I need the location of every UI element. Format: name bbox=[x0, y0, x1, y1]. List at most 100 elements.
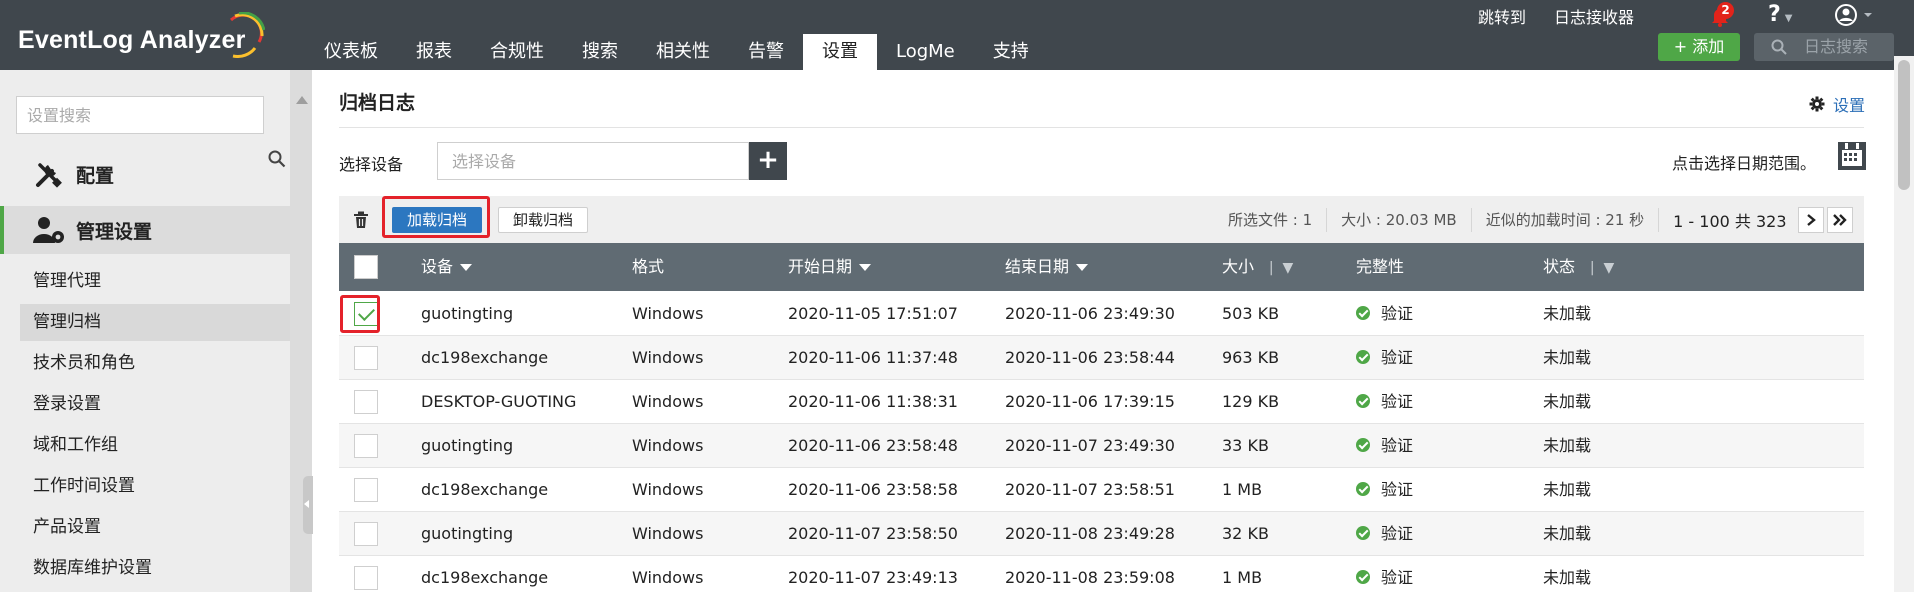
nav-tab-8[interactable]: 支持 bbox=[974, 34, 1048, 70]
sidebar-item-6[interactable]: 产品设置 bbox=[20, 509, 290, 546]
start-date-cell: 2020-11-06 11:37:48 bbox=[788, 348, 958, 367]
sidebar-section-config[interactable]: 配置 bbox=[0, 150, 290, 198]
filter-icon[interactable]: | ▼ bbox=[1581, 244, 1614, 292]
next-page-button[interactable] bbox=[1797, 206, 1824, 233]
column-header-size[interactable]: 大小 | ▼ bbox=[1222, 243, 1293, 291]
app-logo[interactable]: EventLog Analyzer bbox=[18, 26, 246, 55]
scroll-up-arrow-icon[interactable] bbox=[296, 96, 308, 104]
page-title: 归档日志 bbox=[339, 92, 416, 114]
search-icon bbox=[1771, 39, 1787, 55]
sidebar-section-admin-label: 管理设置 bbox=[76, 220, 153, 243]
verified-check-icon bbox=[1356, 350, 1370, 364]
nav-tab-3[interactable]: 搜索 bbox=[563, 34, 637, 70]
table-row[interactable]: guotingting Windows 2020-11-05 17:51:07 202… bbox=[339, 292, 1864, 336]
sidebar-item-2[interactable]: 技术员和角色 bbox=[20, 345, 290, 382]
jump-to-link[interactable]: 跳转到 bbox=[1478, 4, 1526, 28]
sidebar-item-3[interactable]: 登录设置 bbox=[20, 386, 290, 423]
help-menu[interactable]: ? ▼ bbox=[1768, 2, 1792, 27]
filter-icon[interactable]: | ▼ bbox=[1260, 244, 1293, 292]
column-header-device[interactable]: 设备 bbox=[421, 243, 472, 291]
nav-tab-0[interactable]: 仪表板 bbox=[305, 34, 397, 70]
table-row[interactable]: dc198exchange Windows 2020-11-06 11:37:48 2… bbox=[339, 336, 1864, 380]
status-cell: 未加载 bbox=[1543, 524, 1592, 543]
size-cell: 1 MB bbox=[1222, 480, 1263, 499]
verified-check-icon bbox=[1356, 394, 1370, 408]
status-cell: 未加载 bbox=[1543, 480, 1592, 499]
status-cell: 未加载 bbox=[1543, 392, 1592, 411]
settings-link-label: 设置 bbox=[1833, 96, 1866, 115]
log-receiver-link[interactable]: 日志接收器 bbox=[1554, 4, 1634, 28]
verified-check-icon bbox=[1356, 570, 1370, 584]
divider bbox=[339, 127, 1864, 128]
table-row[interactable]: dc198exchange Windows 2020-11-07 23:49:13 2… bbox=[339, 556, 1864, 592]
integrity-label: 验证 bbox=[1381, 480, 1414, 499]
row-checkbox[interactable] bbox=[354, 522, 378, 546]
integrity-cell: 验证 bbox=[1356, 512, 1413, 556]
size-cell: 32 KB bbox=[1222, 524, 1269, 543]
end-date-cell: 2020-11-08 23:49:28 bbox=[1005, 524, 1175, 543]
end-date-cell: 2020-11-06 23:58:44 bbox=[1005, 348, 1175, 367]
row-checkbox[interactable] bbox=[354, 478, 378, 502]
end-date-cell: 2020-11-08 23:59:08 bbox=[1005, 568, 1175, 587]
nav-tab-7[interactable]: LogMe bbox=[877, 34, 974, 70]
nav-tab-2[interactable]: 合规性 bbox=[471, 34, 563, 70]
device-cell: dc198exchange bbox=[421, 568, 549, 587]
table-row[interactable]: guotingting Windows 2020-11-07 23:58:50 202… bbox=[339, 512, 1864, 556]
help-icon: ? bbox=[1768, 2, 1781, 27]
add-device-button[interactable]: + bbox=[749, 142, 787, 180]
format-cell: Windows bbox=[632, 480, 704, 499]
device-cell: dc198exchange bbox=[421, 348, 549, 367]
selected-size: 大小 : 20.03 MB bbox=[1327, 207, 1472, 232]
row-checkbox[interactable] bbox=[354, 390, 378, 414]
load-archive-highlight-box bbox=[382, 196, 490, 238]
size-cell: 1 MB bbox=[1222, 568, 1263, 587]
add-button[interactable]: + 添加 bbox=[1658, 33, 1740, 61]
trash-icon[interactable] bbox=[353, 211, 369, 229]
nav-tab-4[interactable]: 相关性 bbox=[637, 34, 729, 70]
start-date-cell: 2020-11-06 11:38:31 bbox=[788, 392, 958, 411]
last-page-button[interactable] bbox=[1826, 206, 1853, 233]
row-checkbox[interactable] bbox=[354, 566, 378, 590]
calendar-icon[interactable] bbox=[1837, 141, 1867, 171]
table-row[interactable]: DESKTOP-GUOTING Windows 2020-11-06 11:38:3… bbox=[339, 380, 1864, 424]
settings-link[interactable]: 设置 bbox=[1809, 92, 1865, 116]
table-row[interactable]: guotingting Windows 2020-11-06 23:58:48 202… bbox=[339, 424, 1864, 468]
row-checkbox[interactable] bbox=[354, 434, 378, 458]
sidebar-section-admin[interactable]: 管理设置 bbox=[0, 206, 290, 254]
nav-tab-5[interactable]: 告警 bbox=[729, 34, 803, 70]
integrity-label: 验证 bbox=[1381, 304, 1414, 323]
row-checkbox[interactable] bbox=[354, 346, 378, 370]
table-row[interactable]: dc198exchange Windows 2020-11-06 23:58:58 2… bbox=[339, 468, 1864, 512]
sidebar-item-4[interactable]: 域和工作组 bbox=[20, 427, 290, 464]
select-device-input[interactable] bbox=[437, 142, 749, 180]
page-scrollbar-thumb[interactable] bbox=[1898, 60, 1910, 190]
select-device-label: 选择设备 bbox=[339, 155, 404, 174]
format-cell: Windows bbox=[632, 392, 704, 411]
column-header-status[interactable]: 状态 | ▼ bbox=[1543, 243, 1614, 291]
device-cell: guotingting bbox=[421, 304, 514, 323]
integrity-cell: 验证 bbox=[1356, 424, 1413, 468]
size-cell: 33 KB bbox=[1222, 436, 1269, 455]
sidebar-item-5[interactable]: 工作时间设置 bbox=[20, 468, 290, 505]
select-all-checkbox[interactable] bbox=[354, 255, 378, 279]
archive-table-header: 设备 格式 开始日期 结束日期 大小 | ▼ 完整性 状态 | ▼ bbox=[339, 243, 1864, 291]
selected-files-count: 所选文件 : 1 bbox=[1214, 207, 1328, 232]
sidebar-item-0[interactable]: 管理代理 bbox=[20, 263, 290, 300]
device-cell: dc198exchange bbox=[421, 480, 549, 499]
settings-search-input[interactable] bbox=[16, 96, 264, 134]
unload-archive-button[interactable]: 卸载归档 bbox=[498, 207, 588, 233]
selected-row-highlight-box bbox=[340, 295, 380, 333]
sidebar-item-1[interactable]: 管理归档 bbox=[20, 304, 290, 341]
integrity-label: 验证 bbox=[1381, 524, 1414, 543]
size-cell: 503 KB bbox=[1222, 304, 1280, 323]
status-cell: 未加载 bbox=[1543, 348, 1592, 367]
sidebar-item-7[interactable]: 数据库维护设置 bbox=[20, 550, 290, 587]
nav-tab-1[interactable]: 报表 bbox=[397, 34, 471, 70]
column-header-end-date[interactable]: 结束日期 bbox=[1005, 243, 1088, 291]
nav-tab-6[interactable]: 设置 bbox=[803, 34, 877, 70]
column-header-start-date[interactable]: 开始日期 bbox=[788, 243, 871, 291]
integrity-label: 验证 bbox=[1381, 568, 1414, 587]
notification-count-badge: 2 bbox=[1717, 2, 1734, 19]
user-avatar-icon[interactable] bbox=[1834, 3, 1876, 27]
start-date-cell: 2020-11-06 23:58:48 bbox=[788, 436, 958, 455]
